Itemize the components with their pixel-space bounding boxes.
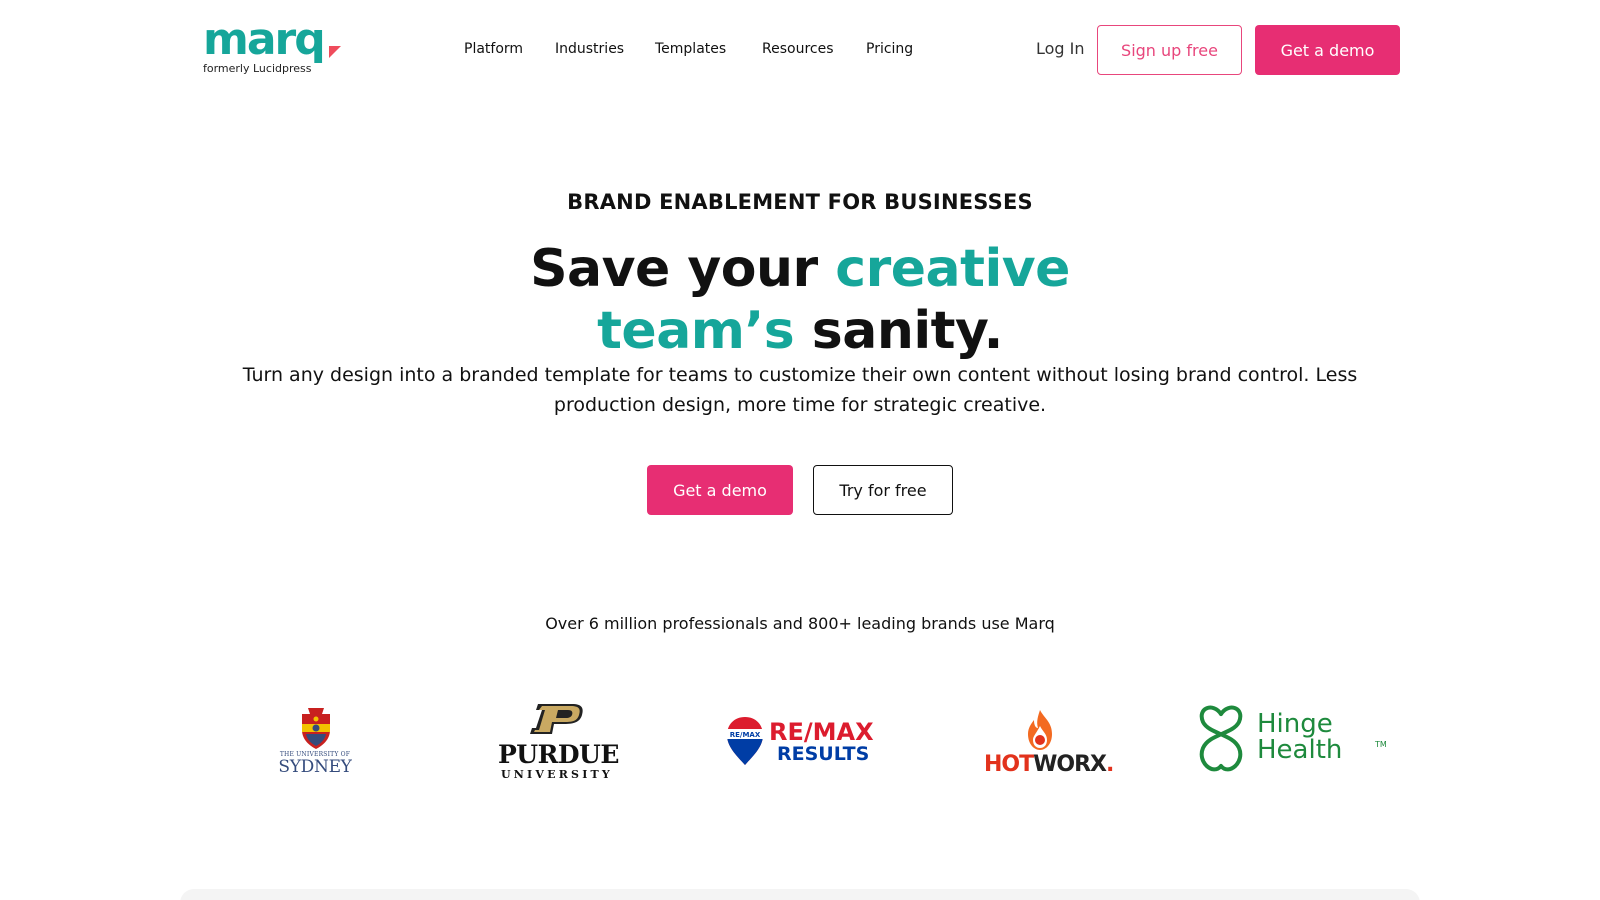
hinge-knot-icon: [1199, 705, 1243, 772]
get-demo-button[interactable]: Get a demo: [1255, 25, 1400, 75]
nav-item-templates[interactable]: Templates: [655, 41, 726, 57]
purdue-university-text: UNIVERSITY: [501, 768, 613, 781]
hinge-health-logo: Hinge Health TM: [1193, 700, 1387, 790]
nav-item-platform[interactable]: Platform: [464, 41, 523, 57]
login-link[interactable]: Log In: [1036, 39, 1085, 58]
headline-part-1: Save your: [530, 239, 836, 299]
hotworx-flame-icon: [1028, 710, 1052, 750]
hero-eyebrow: BRAND ENABLEMENT FOR BUSINESSES: [567, 190, 1033, 214]
purdue-university-logo: PURDUE UNIVERSITY: [498, 700, 619, 790]
hero-description: Turn any design into a branded template …: [242, 364, 1358, 416]
health-wordmark: Health: [1257, 735, 1343, 765]
top-navigation: marq formerly Lucidpress Platform Indust…: [0, 0, 1600, 100]
headline-teal-2: team’s: [597, 301, 795, 361]
purdue-p-icon: [530, 704, 583, 734]
next-section-panel: [180, 889, 1420, 900]
headline-teal-1: creative: [835, 239, 1070, 299]
logo-subtitle: formerly Lucidpress: [203, 62, 312, 75]
signup-button[interactable]: Sign up free: [1097, 25, 1242, 75]
university-of-sydney-logo: THE UNIVERSITY OF SYDNEY: [278, 700, 358, 790]
sydney-caption: SYDNEY: [278, 757, 352, 777]
nav-item-pricing[interactable]: Pricing: [866, 41, 913, 57]
remax-balloon-icon: RE/MAX: [727, 717, 763, 765]
social-proof-text: Over 6 million professionals and 800+ le…: [545, 614, 1055, 633]
headline-part-2: sanity.: [794, 301, 1004, 361]
remax-results-logo: RE/MAX RE/MAX RESULTS: [726, 700, 878, 790]
nav-item-industries[interactable]: Industries: [555, 41, 624, 57]
hotworx-wordmark: HOTWORX.: [984, 752, 1114, 777]
purdue-wordmark: PURDUE: [498, 740, 619, 769]
hero-get-demo-button[interactable]: Get a demo: [647, 465, 793, 515]
remax-results-text: RESULTS: [777, 743, 870, 765]
hero-cta-group: Get a demo Try for free: [0, 465, 1600, 515]
logo-flag-icon: [329, 46, 341, 58]
sydney-crest-icon: [302, 708, 330, 749]
marq-logo[interactable]: marq formerly Lucidpress: [203, 16, 343, 78]
svg-text:RE/MAX: RE/MAX: [730, 731, 761, 739]
remax-wordmark: RE/MAX: [769, 718, 874, 746]
hero-headline: Save your creative team’s sanity.: [0, 238, 1600, 362]
hotworx-logo: HOTWORX.: [982, 700, 1114, 790]
hero-try-free-button[interactable]: Try for free: [813, 465, 953, 515]
logo-wordmark: marq: [203, 14, 326, 65]
nav-item-resources[interactable]: Resources: [762, 41, 834, 57]
customer-logo-strip: THE UNIVERSITY OF SYDNEY PURDUE UNIVERSI…: [0, 700, 1600, 790]
hinge-wordmark: Hinge: [1257, 709, 1333, 739]
hinge-trademark: TM: [1375, 740, 1387, 749]
